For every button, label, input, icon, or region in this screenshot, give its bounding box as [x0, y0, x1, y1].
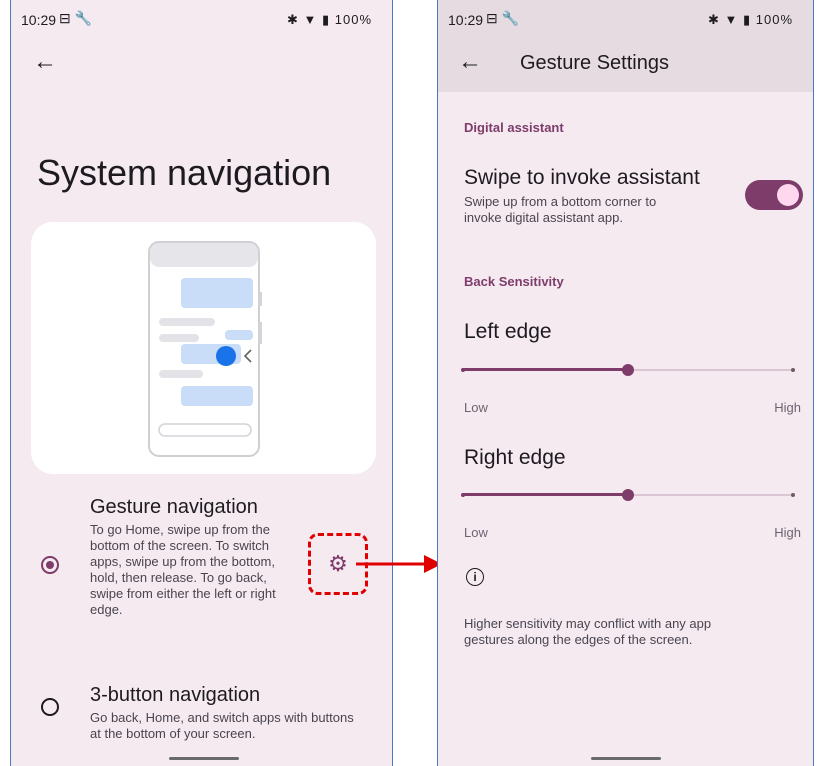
- slider-end-dot: [791, 368, 795, 372]
- slider-thumb[interactable]: [622, 364, 634, 376]
- page-title: Gesture Settings: [520, 52, 669, 74]
- swipe-assistant-toggle[interactable]: [745, 180, 803, 210]
- back-arrow-icon[interactable]: ←: [33, 50, 57, 74]
- right-edge-slider[interactable]: [461, 487, 795, 503]
- battery-level: 100%: [334, 12, 372, 27]
- info-icon: i: [466, 568, 484, 586]
- section-back-sensitivity: Back Sensitivity: [464, 274, 564, 289]
- slider-start-dot: [461, 368, 465, 372]
- status-time: 10:29: [21, 12, 57, 28]
- status-right-icons: ✱ ▼ ▮ 100%: [287, 12, 372, 28]
- slider-start-dot: [461, 493, 465, 497]
- gear-icon: ⚙: [328, 551, 348, 576]
- battery-level: 100%: [755, 12, 793, 27]
- annotation-arrow-icon: [356, 555, 442, 573]
- back-arrow-icon[interactable]: ←: [458, 50, 482, 74]
- bluetooth-icon: ✱: [707, 12, 720, 27]
- sensitivity-info-text: Higher sensitivity may conflict with any…: [464, 616, 712, 647]
- toggle-knob: [777, 184, 799, 206]
- left-edge-slider[interactable]: [461, 362, 795, 378]
- gesture-navigation-radio[interactable]: [41, 556, 59, 574]
- slider-fill: [462, 493, 628, 496]
- wifi-icon: ▼: [724, 12, 739, 27]
- left-edge-label: Left edge: [464, 320, 552, 343]
- page-title: System navigation: [37, 152, 332, 193]
- swipe-assistant-description: Swipe up from a bottom corner to invoke …: [464, 194, 657, 225]
- gesture-handle[interactable]: [591, 757, 661, 760]
- gesture-illustration: [31, 222, 376, 474]
- status-bar: 10:29 ⊟ 🔧 ✱ ▼ ▮ 100%: [438, 0, 813, 40]
- right-edge-low-label: Low: [464, 525, 488, 540]
- left-edge-high-label: High: [774, 400, 801, 415]
- gesture-navigation-description: To go Home, swipe up from the bottom of …: [90, 522, 276, 617]
- right-edge-label: Right edge: [464, 446, 566, 469]
- battery-icon: ▮: [742, 12, 752, 27]
- three-button-navigation-radio[interactable]: [41, 698, 59, 716]
- gesture-handle[interactable]: [169, 757, 239, 760]
- slider-fill: [462, 368, 628, 371]
- status-time: 10:29: [448, 12, 484, 28]
- bluetooth-icon: ✱: [286, 12, 299, 27]
- system-navigation-screen: 10:29 ⊟ 🔧 ✱ ▼ ▮ 100% ← System navigation: [10, 0, 393, 766]
- gesture-settings-screen: 10:29 ⊟ 🔧 ✱ ▼ ▮ 100% ← Gesture Settings …: [437, 0, 814, 766]
- right-edge-high-label: High: [774, 525, 801, 540]
- wifi-icon: ▼: [303, 12, 318, 27]
- phone-illustration-icon: [148, 241, 262, 457]
- slider-end-dot: [791, 493, 795, 497]
- status-right-icons: ✱ ▼ ▮ 100%: [708, 12, 793, 28]
- status-bar: 10:29 ⊟ 🔧 ✱ ▼ ▮ 100%: [11, 0, 392, 40]
- three-button-navigation-description: Go back, Home, and switch apps with butt…: [90, 710, 354, 741]
- status-notification-icons: ⊟ 🔧: [59, 10, 93, 26]
- gesture-navigation-title[interactable]: Gesture navigation: [90, 496, 258, 519]
- three-button-navigation-title[interactable]: 3-button navigation: [90, 684, 260, 707]
- section-digital-assistant: Digital assistant: [464, 120, 564, 135]
- status-notification-icons: ⊟ 🔧: [486, 10, 520, 26]
- slider-thumb[interactable]: [622, 489, 634, 501]
- battery-icon: ▮: [321, 12, 331, 27]
- swipe-assistant-title[interactable]: Swipe to invoke assistant: [464, 166, 700, 190]
- left-edge-low-label: Low: [464, 400, 488, 415]
